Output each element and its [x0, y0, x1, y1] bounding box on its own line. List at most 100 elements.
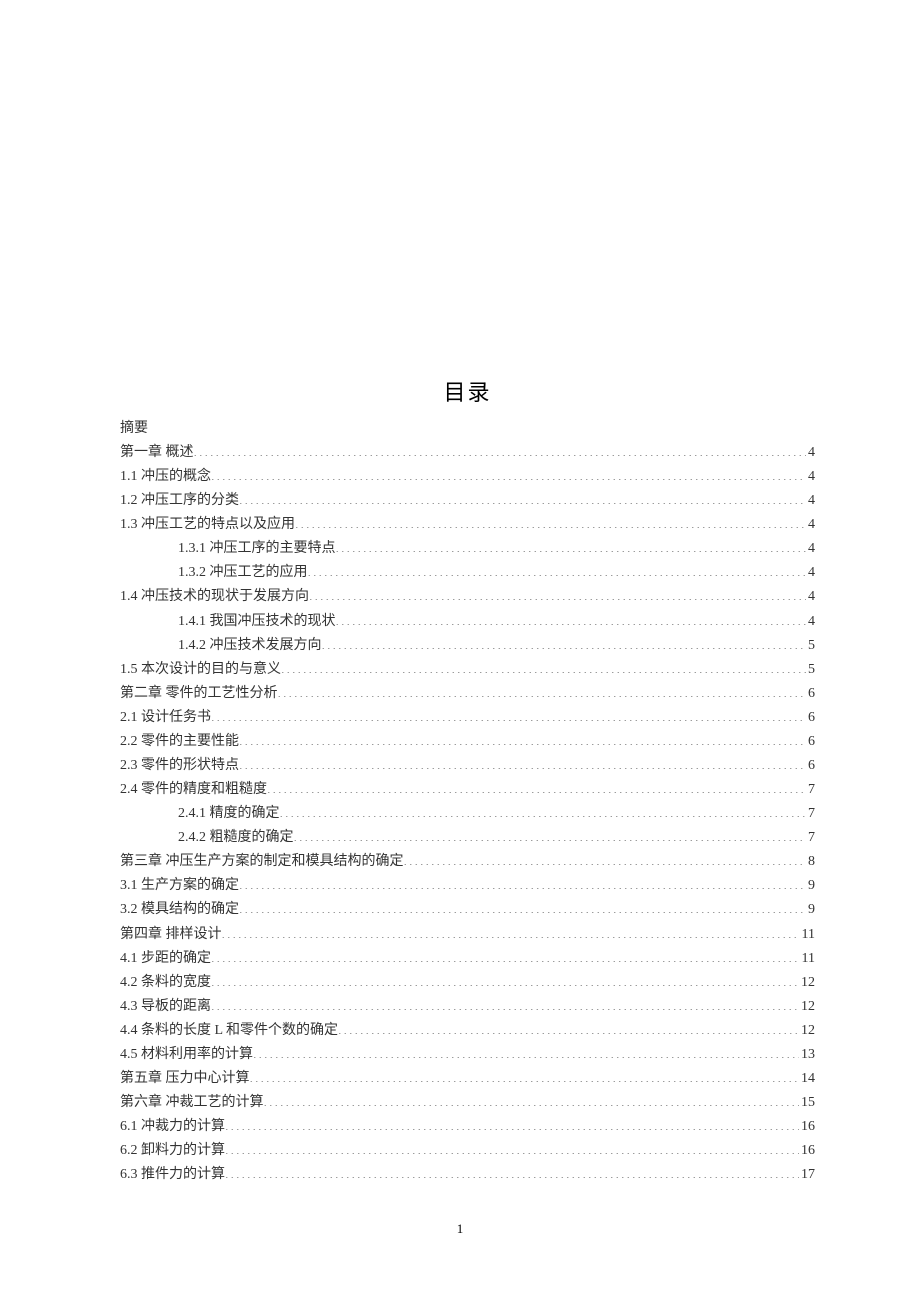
toc-entry-label: 第四章 排样设计 — [120, 923, 222, 947]
toc-entry-page: 4 — [806, 513, 815, 537]
toc-entry-label: 1.3.1 冲压工序的主要特点 — [178, 537, 336, 561]
toc-entry: 2.4 零件的精度和粗糙度 7 — [120, 778, 815, 802]
toc-entry: 2.3 零件的形状特点 6 — [120, 754, 815, 778]
toc-leader-dots — [336, 611, 807, 625]
toc-entry: 1.3.2 冲压工艺的应用 4 — [120, 561, 815, 585]
toc-entry-label: 1.3 冲压工艺的特点以及应用 — [120, 513, 295, 537]
page-number: 1 — [0, 1221, 920, 1237]
toc-entry-page: 12 — [799, 1019, 815, 1043]
toc-entry: 4.2 条料的宽度 12 — [120, 971, 815, 995]
toc-leader-dots — [211, 707, 806, 721]
toc-entry-label: 1.2 冲压工序的分类 — [120, 489, 239, 513]
toc-entry: 第六章 冲裁工艺的计算 15 — [120, 1091, 815, 1115]
toc-entry-label: 2.1 设计任务书 — [120, 706, 211, 730]
toc-entry-label: 第一章 概述 — [120, 441, 194, 465]
toc-entry-page: 11 — [800, 923, 815, 947]
toc-leader-dots — [222, 924, 800, 938]
toc-entry-page: 7 — [806, 826, 815, 850]
toc-entry-label: 2.4.1 精度的确定 — [178, 802, 280, 826]
toc-entry: 1.1 冲压的概念 4 — [120, 465, 815, 489]
toc-leader-dots — [280, 803, 807, 817]
toc-leader-dots — [253, 1044, 799, 1058]
toc-entry-page: 8 — [806, 850, 815, 874]
toc-entry-page: 13 — [799, 1043, 815, 1067]
toc-entry-label: 2.3 零件的形状特点 — [120, 754, 239, 778]
toc-entry-page: 4 — [806, 585, 815, 609]
toc-leader-dots — [267, 779, 806, 793]
toc-entry: 1.4.2 冲压技术发展方向 5 — [120, 634, 815, 658]
toc-entry-label: 3.1 生产方案的确定 — [120, 874, 239, 898]
toc-entry: 3.2 模具结构的确定 9 — [120, 898, 815, 922]
toc-leader-dots — [225, 1116, 799, 1130]
toc-leader-dots — [322, 635, 807, 649]
toc-entry-label: 1.3.2 冲压工艺的应用 — [178, 561, 308, 585]
toc-entry: 第二章 零件的工艺性分析 6 — [120, 682, 815, 706]
toc-entry-label: 1.4 冲压技术的现状于发展方向 — [120, 585, 309, 609]
toc-leader-dots — [211, 972, 799, 986]
toc-entry: 4.3 导板的距离 12 — [120, 995, 815, 1019]
toc-leader-dots — [239, 875, 806, 889]
toc-entry-page: 4 — [806, 610, 815, 634]
toc-entry-label: 6.1 冲裁力的计算 — [120, 1115, 225, 1139]
toc-entry: 2.2 零件的主要性能 6 — [120, 730, 815, 754]
toc-leader-dots — [264, 1092, 800, 1106]
toc-entry-label: 4.5 材料利用率的计算 — [120, 1043, 253, 1067]
toc-entry-label: 1.4.2 冲压技术发展方向 — [178, 634, 322, 658]
toc-entry: 1.5 本次设计的目的与意义 5 — [120, 658, 815, 682]
toc-entry-page: 14 — [799, 1067, 815, 1091]
abstract-label: 摘要 — [120, 417, 815, 437]
toc-entry: 第四章 排样设计 11 — [120, 923, 815, 947]
toc-entry-label: 第五章 压力中心计算 — [120, 1067, 250, 1091]
toc-entry: 2.1 设计任务书 6 — [120, 706, 815, 730]
toc-entry-page: 5 — [806, 634, 815, 658]
toc-entry: 4.5 材料利用率的计算 13 — [120, 1043, 815, 1067]
toc-entry-page: 4 — [806, 465, 815, 489]
toc-entry-page: 4 — [806, 561, 815, 585]
toc-leader-dots — [278, 683, 807, 697]
toc-entry-page: 9 — [806, 898, 815, 922]
toc-entry-page: 6 — [806, 754, 815, 778]
toc-entry: 1.3.1 冲压工序的主要特点 4 — [120, 537, 815, 561]
toc-entry-label: 第二章 零件的工艺性分析 — [120, 682, 278, 706]
toc-entry-label: 4.3 导板的距离 — [120, 995, 211, 1019]
toc-entry-label: 6.2 卸料力的计算 — [120, 1139, 225, 1163]
toc-entry-page: 17 — [799, 1163, 815, 1187]
toc-entry-label: 1.1 冲压的概念 — [120, 465, 211, 489]
toc-entry-label: 3.2 模具结构的确定 — [120, 898, 239, 922]
toc-entry: 1.3 冲压工艺的特点以及应用 4 — [120, 513, 815, 537]
toc-leader-dots — [239, 731, 806, 745]
toc-entry-page: 12 — [799, 995, 815, 1019]
toc-entry-page: 7 — [806, 778, 815, 802]
toc-entry-page: 9 — [806, 874, 815, 898]
toc-entry-label: 1.4.1 我国冲压技术的现状 — [178, 610, 336, 634]
toc-entry: 第五章 压力中心计算 14 — [120, 1067, 815, 1091]
toc-entry-page: 6 — [806, 682, 815, 706]
toc-leader-dots — [239, 490, 806, 504]
toc-entry-label: 2.4 零件的精度和粗糙度 — [120, 778, 267, 802]
toc-entry-label: 第三章 冲压生产方案的制定和模具结构的确定 — [120, 850, 404, 874]
toc-entry-label: 2.2 零件的主要性能 — [120, 730, 239, 754]
toc-entry: 2.4.2 粗糙度的确定 7 — [120, 826, 815, 850]
toc-list: 第一章 概述 41.1 冲压的概念 41.2 冲压工序的分类 41.3 冲压工艺… — [120, 441, 815, 1187]
toc-entry-page: 12 — [799, 971, 815, 995]
toc-leader-dots — [239, 755, 806, 769]
toc-entry-label: 6.3 推件力的计算 — [120, 1163, 225, 1187]
toc-entry-page: 7 — [806, 802, 815, 826]
toc-leader-dots — [338, 1020, 799, 1034]
toc-title: 目录 — [120, 375, 815, 407]
toc-leader-dots — [295, 514, 806, 528]
toc-entry: 1.4.1 我国冲压技术的现状 4 — [120, 610, 815, 634]
toc-entry: 第一章 概述 4 — [120, 441, 815, 465]
toc-leader-dots — [225, 1164, 799, 1178]
document-page: 目录 摘要 第一章 概述 41.1 冲压的概念 41.2 冲压工序的分类 41.… — [0, 0, 920, 1187]
toc-entry-label: 4.1 步距的确定 — [120, 947, 211, 971]
toc-entry: 4.4 条料的长度 L 和零件个数的确定 12 — [120, 1019, 815, 1043]
toc-entry: 3.1 生产方案的确定 9 — [120, 874, 815, 898]
toc-entry-label: 2.4.2 粗糙度的确定 — [178, 826, 294, 850]
toc-leader-dots — [404, 851, 807, 865]
toc-leader-dots — [294, 827, 807, 841]
toc-entry-page: 4 — [806, 489, 815, 513]
toc-leader-dots — [225, 1140, 799, 1154]
toc-entry-label: 4.2 条料的宽度 — [120, 971, 211, 995]
toc-entry-page: 15 — [799, 1091, 815, 1115]
